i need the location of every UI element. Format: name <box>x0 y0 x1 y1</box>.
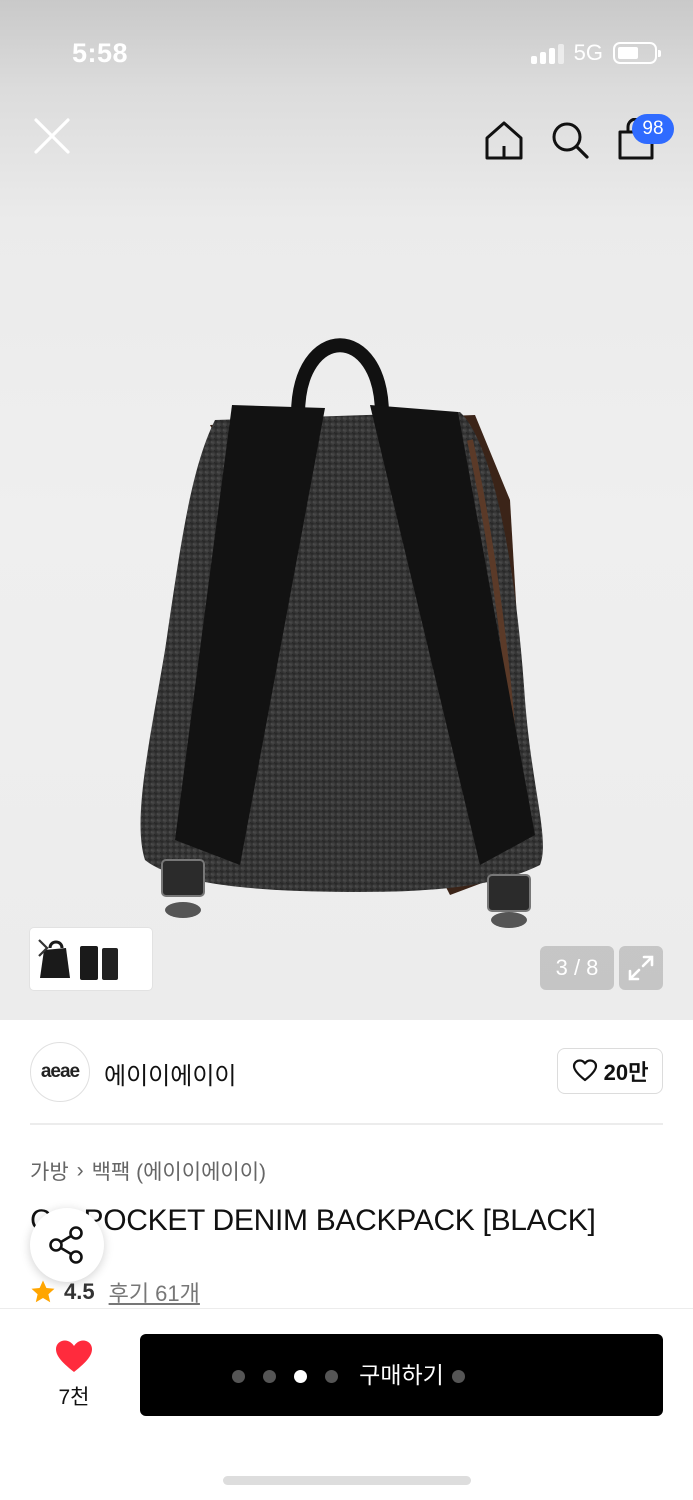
share-button[interactable] <box>30 1208 104 1282</box>
product-image-gallery[interactable]: 5:58 5G 98 3 / 8 <box>0 0 693 1020</box>
breadcrumb-subcategory[interactable]: 백팩 (에이이에이이) <box>92 1156 266 1186</box>
status-time: 5:58 <box>72 38 129 68</box>
brand-like-count: 20만 <box>603 1060 649 1085</box>
battery-icon <box>613 42 661 64</box>
buy-button[interactable]: 구매하기 <box>140 1334 663 1416</box>
brand-name[interactable]: 에이이에이이 <box>104 1056 236 1091</box>
wishlist-button[interactable]: 7천 <box>40 1337 108 1409</box>
share-icon <box>49 1226 83 1264</box>
signal-icon <box>530 42 564 64</box>
brand-logo[interactable]: aeae <box>30 1042 90 1102</box>
status-indicators: 5G <box>530 40 661 66</box>
close-icon <box>34 118 70 154</box>
bottom-action-bar: 7천 구매하기 <box>0 1308 693 1500</box>
search-button[interactable] <box>548 118 592 162</box>
home-icon <box>485 121 523 160</box>
buy-button-label: 구매하기 <box>359 1362 444 1388</box>
chevron-right-icon <box>38 939 49 957</box>
thumbnail-strip[interactable] <box>30 928 152 990</box>
heart-outline-icon <box>572 1059 597 1082</box>
breadcrumb-separator: › <box>76 1159 84 1182</box>
divider <box>30 1123 663 1125</box>
rating-row: 4.5 후기 61개 <box>30 1276 200 1308</box>
home-indicator <box>223 1476 471 1485</box>
breadcrumb-category[interactable]: 가방 <box>30 1156 69 1186</box>
product-title: C... POCKET DENIM BACKPACK [BLACK] <box>30 1204 596 1237</box>
rating-score: 4.5 <box>64 1279 95 1304</box>
home-button[interactable] <box>482 118 526 162</box>
product-photo <box>140 338 543 928</box>
top-navigation <box>0 110 693 166</box>
search-icon <box>552 122 589 159</box>
expand-image-button[interactable] <box>619 946 663 990</box>
status-bar: 5:58 5G <box>0 0 693 100</box>
review-count-link[interactable]: 후기 61개 <box>109 1276 200 1308</box>
image-counter: 3 / 8 <box>540 946 614 990</box>
breadcrumb: 가방 › 백팩 (에이이에이이) <box>30 1156 266 1186</box>
brand-row: aeae 에이이에이이 20만 <box>0 1020 693 1124</box>
brand-like-button[interactable]: 20만 <box>557 1048 663 1094</box>
heart-icon <box>56 1340 92 1372</box>
expand-icon <box>628 955 654 981</box>
network-type: 5G <box>573 40 603 65</box>
wishlist-count: 7천 <box>58 1386 90 1409</box>
close-button[interactable] <box>30 114 74 158</box>
star-icon <box>31 1280 55 1303</box>
cart-count-badge: 98 <box>632 114 674 144</box>
